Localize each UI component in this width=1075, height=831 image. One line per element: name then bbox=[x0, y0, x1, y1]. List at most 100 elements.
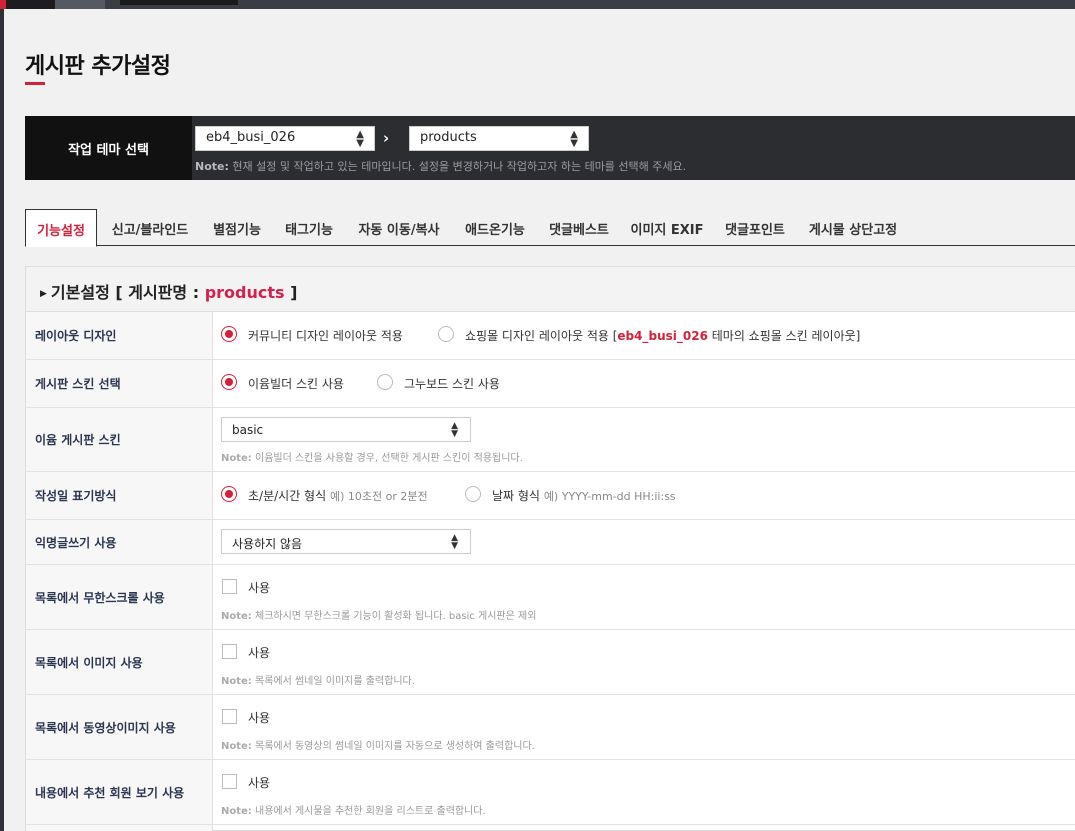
row-content: 사용 Note: 목록에서 동영상의 썸네일 이미지를 자동으로 생성하여 출력… bbox=[221, 695, 1075, 759]
tab-addon[interactable]: 애드온기능 bbox=[459, 209, 531, 246]
section-title-prefix: 기본설정 [ 게시판명 : bbox=[50, 283, 205, 302]
row-next-partial bbox=[26, 825, 1075, 831]
tab-auto-move-copy[interactable]: 자동 이동/복사 bbox=[351, 209, 447, 246]
note-text: 체크하시면 무한스크롤 기능이 활성화 됩니다. basic 게시판은 제외 bbox=[255, 611, 537, 622]
row-content: basic ▲ ▼ Note: 이윰빌더 스킨을 사용할 경우, 선택한 게시판 … bbox=[221, 408, 1075, 471]
settings-panel: ▶ 기본설정 [ 게시판명 : products ] 레이아웃 디자인 커뮤니티 … bbox=[25, 266, 1075, 831]
radio-label-suffix: 테마의 쇼핑몰 스킨 레이아웃] bbox=[707, 329, 861, 343]
row-anonymous-post: 익명글쓰기 사용 사용하지 않음 ▲ ▼ bbox=[26, 520, 1075, 565]
radio-label[interactable]: 이윰빌더 스킨 사용 bbox=[248, 375, 344, 392]
top-nav-logo-area[interactable] bbox=[0, 0, 55, 9]
row-label: 내용에서 추천 회원 보기 사용 bbox=[26, 760, 213, 824]
row-skin-select: 게시판 스킨 선택 이윰빌더 스킨 사용 그누보드 스킨 사용 bbox=[26, 360, 1075, 408]
radio-eyoom-skin[interactable] bbox=[221, 374, 237, 390]
radio-label[interactable]: 쇼핑몰 디자인 레이아웃 적용 [eb4_busi_026 테마의 쇼핑몰 스킨… bbox=[465, 327, 860, 344]
list-image-checkbox[interactable] bbox=[222, 644, 237, 659]
note-prefix: Note: bbox=[221, 453, 252, 464]
tab-comment-best[interactable]: 댓글베스트 bbox=[543, 209, 615, 246]
radio-label[interactable]: 날짜 형식 예) YYYY-mm-dd HH:ii:ss bbox=[492, 487, 676, 504]
select-arrows-icon: ▲ ▼ bbox=[451, 421, 458, 439]
row-note: Note: 내용에서 게시물을 추천한 회원을 리스트로 출력합니다. bbox=[221, 802, 486, 817]
top-nav-active-segment[interactable] bbox=[120, 0, 238, 5]
row-label: 게시판 스킨 선택 bbox=[26, 360, 213, 407]
row-list-video-image: 목록에서 동영상이미지 사용 사용 Note: 목록에서 동영상의 썸네일 이미… bbox=[26, 695, 1075, 760]
board-select-dropdown[interactable]: products ▲ ▼ bbox=[409, 126, 589, 151]
radio-label-theme: eb4_busi_026 bbox=[617, 329, 708, 343]
caret-right-icon: ▶ bbox=[40, 288, 47, 299]
title-underline bbox=[25, 82, 45, 85]
note-text: 목록에서 썸네일 이미지를 출력합니다. bbox=[255, 676, 415, 687]
row-content: 사용하지 않음 ▲ ▼ bbox=[221, 520, 1075, 564]
row-infinite-scroll: 목록에서 무한스크롤 사용 사용 Note: 체크하시면 무한스크롤 기능이 활… bbox=[26, 565, 1075, 630]
radio-example: 예) 10초전 or 2분전 bbox=[329, 490, 428, 503]
checkbox-label[interactable]: 사용 bbox=[248, 774, 270, 791]
checkbox-label[interactable]: 사용 bbox=[248, 709, 270, 726]
anonymous-select[interactable]: 사용하지 않음 ▲ ▼ bbox=[221, 529, 471, 554]
row-content: 사용 Note: 목록에서 썸네일 이미지를 출력합니다. bbox=[221, 630, 1075, 694]
tab-rating[interactable]: 별점기능 bbox=[207, 209, 267, 246]
row-content: 이윰빌더 스킨 사용 그누보드 스킨 사용 bbox=[221, 360, 1075, 407]
note-text: 내용에서 게시물을 추천한 회원을 리스트로 출력합니다. bbox=[255, 806, 486, 817]
radio-date-format[interactable] bbox=[465, 486, 481, 502]
select-arrows-icon: ▲ ▼ bbox=[570, 129, 578, 149]
row-label: 레이아웃 디자인 bbox=[26, 312, 213, 359]
row-note: Note: 이윰빌더 스킨을 사용할 경우, 선택한 게시판 스킨이 적용됩니다… bbox=[221, 449, 523, 464]
row-note: Note: 체크하시면 무한스크롤 기능이 활성화 됩니다. basic 게시판… bbox=[221, 607, 536, 622]
row-note: Note: 목록에서 썸네일 이미지를 출력합니다. bbox=[221, 672, 415, 687]
tab-feature-settings[interactable]: 기능설정 bbox=[25, 209, 97, 247]
row-label: 작성일 표기방식 bbox=[26, 472, 213, 519]
tab-report-blind[interactable]: 신고/블라인드 bbox=[105, 209, 195, 246]
theme-note: Note: 현재 설정 및 작업하고 있는 테마입니다. 설정을 변경하거나 작… bbox=[195, 158, 686, 174]
infinite-scroll-checkbox[interactable] bbox=[222, 579, 237, 594]
row-label: 목록에서 동영상이미지 사용 bbox=[26, 695, 213, 759]
select-arrows-icon: ▲ ▼ bbox=[356, 129, 364, 149]
tab-image-exif[interactable]: 이미지 EXIF bbox=[627, 209, 707, 246]
list-video-checkbox[interactable] bbox=[222, 709, 237, 724]
row-recommend-members: 내용에서 추천 회원 보기 사용 사용 Note: 내용에서 게시물을 추천한 … bbox=[26, 760, 1075, 825]
radio-relative-time[interactable] bbox=[221, 486, 237, 502]
radio-label-prefix: 쇼핑몰 디자인 레이아웃 적용 [ bbox=[465, 329, 618, 343]
eyoom-skin-select[interactable]: basic ▲ ▼ bbox=[221, 417, 471, 442]
chevron-right-icon: › bbox=[383, 129, 390, 147]
radio-community-layout[interactable] bbox=[221, 326, 237, 342]
radio-shop-layout[interactable] bbox=[438, 326, 454, 342]
theme-select-label: 작업 테마 선택 bbox=[25, 116, 192, 180]
top-nav-segment[interactable] bbox=[55, 0, 105, 9]
top-nav-bar bbox=[0, 0, 1075, 9]
row-eyoom-board-skin: 이윰 게시판 스킨 basic ▲ ▼ Note: 이윰빌더 스킨을 사용할 경우… bbox=[26, 408, 1075, 472]
theme-select-dropdown[interactable]: eb4_busi_026 ▲ ▼ bbox=[195, 126, 375, 151]
board-select-value: products bbox=[420, 130, 477, 145]
row-label: 익명글쓰기 사용 bbox=[26, 520, 213, 564]
theme-note-text: 현재 설정 및 작업하고 있는 테마입니다. 설정을 변경하거나 작업하고자 하… bbox=[232, 160, 687, 173]
theme-select-value: eb4_busi_026 bbox=[206, 130, 296, 145]
note-prefix: Note: bbox=[221, 611, 252, 622]
radio-gnuboard-skin[interactable] bbox=[377, 374, 393, 390]
left-sidebar-edge bbox=[0, 9, 4, 831]
radio-label[interactable]: 그누보드 스킨 사용 bbox=[404, 375, 500, 392]
radio-label[interactable]: 초/분/시간 형식 예) 10초전 or 2분전 bbox=[248, 487, 428, 504]
tab-pin-top[interactable]: 게시물 상단고정 bbox=[803, 209, 903, 246]
checkbox-label[interactable]: 사용 bbox=[248, 579, 270, 596]
tab-comment-point[interactable]: 댓글포인트 bbox=[719, 209, 791, 246]
select-arrows-icon: ▲ ▼ bbox=[451, 533, 458, 551]
row-date-format: 작성일 표기방식 초/분/시간 형식 예) 10초전 or 2분전 날짜 형식 … bbox=[26, 472, 1075, 520]
row-list-image: 목록에서 이미지 사용 사용 Note: 목록에서 썸네일 이미지를 출력합니다… bbox=[26, 630, 1075, 695]
row-label: 이윰 게시판 스킨 bbox=[26, 408, 213, 471]
note-prefix: Note: bbox=[221, 741, 252, 752]
checkbox-label[interactable]: 사용 bbox=[248, 644, 270, 661]
recommend-checkbox[interactable] bbox=[222, 774, 237, 789]
tab-tags[interactable]: 태그기능 bbox=[279, 209, 339, 246]
radio-label-text: 날짜 형식 bbox=[492, 489, 540, 503]
note-text: 목록에서 동영상의 썸네일 이미지를 자동으로 생성하여 출력합니다. bbox=[255, 741, 535, 752]
row-content: 초/분/시간 형식 예) 10초전 or 2분전 날짜 형식 예) YYYY-m… bbox=[221, 472, 1075, 519]
section-board-name: products bbox=[204, 283, 285, 302]
row-label bbox=[26, 825, 213, 831]
note-prefix: Note: bbox=[221, 806, 252, 817]
section-header: ▶ 기본설정 [ 게시판명 : products ] bbox=[26, 267, 1075, 312]
radio-example: 예) YYYY-mm-dd HH:ii:ss bbox=[543, 490, 676, 503]
select-value: basic bbox=[232, 423, 264, 437]
theme-select-bar: 작업 테마 선택 eb4_busi_026 ▲ ▼ › products ▲ ▼ N… bbox=[25, 116, 1075, 180]
row-note: Note: 목록에서 동영상의 썸네일 이미지를 자동으로 생성하여 출력합니다… bbox=[221, 737, 535, 752]
page-title: 게시판 추가설정 bbox=[25, 54, 171, 79]
radio-label[interactable]: 커뮤니티 디자인 레이아웃 적용 bbox=[248, 327, 403, 344]
